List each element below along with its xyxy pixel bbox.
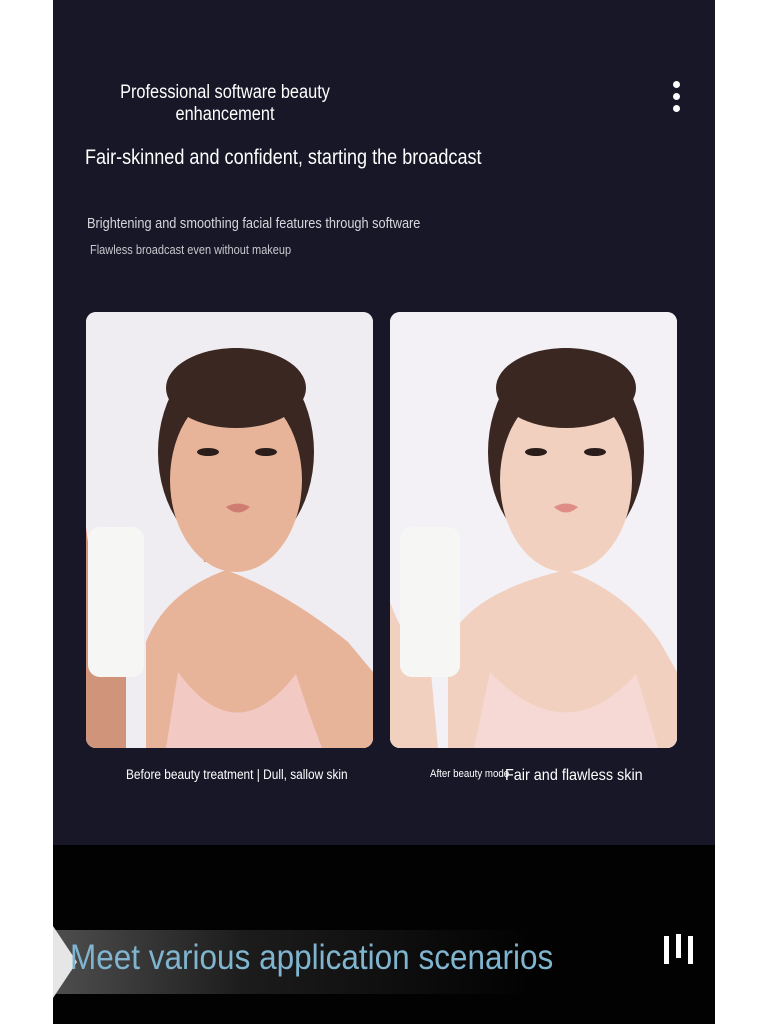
bar: [664, 936, 669, 964]
after-caption: Fair and flawless skin: [505, 767, 643, 784]
more-vertical-icon[interactable]: [664, 78, 688, 116]
subdescription: Flawless broadcast even without makeup: [90, 243, 292, 257]
description: Brightening and smoothing facial feature…: [87, 216, 421, 232]
scenarios-heading: Meet various application scenarios: [70, 938, 554, 977]
after-eye-right: [584, 448, 606, 456]
bar: [688, 936, 693, 964]
after-portrait-illustration: [390, 312, 677, 748]
bar: [676, 934, 681, 958]
headline: Fair-skinned and confident, starting the…: [85, 146, 482, 169]
after-photo: [390, 312, 677, 748]
after-hairline: [496, 348, 636, 428]
before-caption: Before beauty treatment | Dull, sallow s…: [126, 767, 348, 782]
pause-bars-icon[interactable]: [660, 934, 700, 966]
before-eye-right: [255, 448, 277, 456]
before-portrait-illustration: [86, 312, 373, 748]
before-eye-left: [197, 448, 219, 456]
menu-dot: [673, 93, 680, 100]
after-eye-left: [525, 448, 547, 456]
after-caption-label: After beauty mode: [430, 768, 510, 780]
before-hairline: [166, 348, 306, 428]
page-title: Professional software beauty enhancement: [120, 82, 330, 125]
menu-dot: [673, 81, 680, 88]
after-lotion-bottle: [400, 527, 460, 677]
menu-dot: [673, 105, 680, 112]
before-lotion-bottle: [88, 527, 144, 677]
before-photo: [86, 312, 373, 748]
